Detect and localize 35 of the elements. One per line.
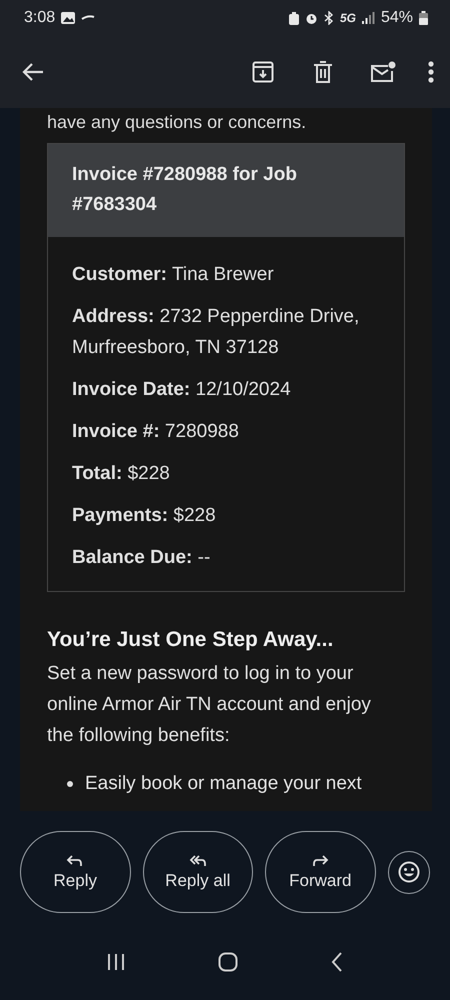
image-icon <box>61 12 76 24</box>
reply-all-icon <box>188 854 207 866</box>
invoice-field: Customer: Tina Brewer <box>72 259 380 290</box>
invoice-field: Balance Due: -- <box>72 542 380 573</box>
archive-button[interactable] <box>250 59 276 85</box>
reply-button[interactable]: Reply <box>20 831 131 913</box>
invoice-field: Invoice Date: 12/10/2024 <box>72 374 380 405</box>
forward-icon <box>311 854 330 866</box>
forward-button[interactable]: Forward <box>265 831 376 913</box>
bluetooth-icon <box>324 11 334 25</box>
signal-icon <box>362 12 375 24</box>
back-nav-button[interactable] <box>331 952 344 972</box>
network-label: 5G <box>340 11 356 25</box>
invoice-field: Address: 2732 Pepperdine Drive, Murfreesboro, TN 37128 <box>72 301 380 363</box>
battery-percent: 54% <box>380 9 413 27</box>
body-text: Set a new password to log in to your online Armor Air TN account and enjoy the following benefits: <box>47 662 372 748</box>
invoice-field: Total: $228 <box>72 458 380 489</box>
reply-icon <box>66 854 84 866</box>
bullet-text: Easily book or manage your next <box>85 772 362 796</box>
body-text: have any questions or concerns. <box>47 111 308 134</box>
battery-icon <box>419 11 428 25</box>
more-button[interactable] <box>426 59 436 85</box>
invoice-field: Invoice #: 7280988 <box>72 416 380 447</box>
recents-button[interactable] <box>106 952 125 970</box>
mark-unread-button[interactable] <box>370 59 396 85</box>
emoji-button[interactable] <box>388 850 430 894</box>
section-heading: You’re Just One Step Away... <box>47 628 334 652</box>
bullet-icon <box>67 780 73 786</box>
clock-time: 3:08 <box>24 9 56 27</box>
home-button[interactable] <box>218 952 238 972</box>
reply-all-button[interactable]: Reply all <box>142 831 254 913</box>
smiley-icon <box>398 861 420 883</box>
invoice-title: Invoice #7280988 for Job #7683304 <box>48 144 404 237</box>
alarm-icon <box>304 12 318 24</box>
invoice-field: Payments: $228 <box>72 500 380 531</box>
